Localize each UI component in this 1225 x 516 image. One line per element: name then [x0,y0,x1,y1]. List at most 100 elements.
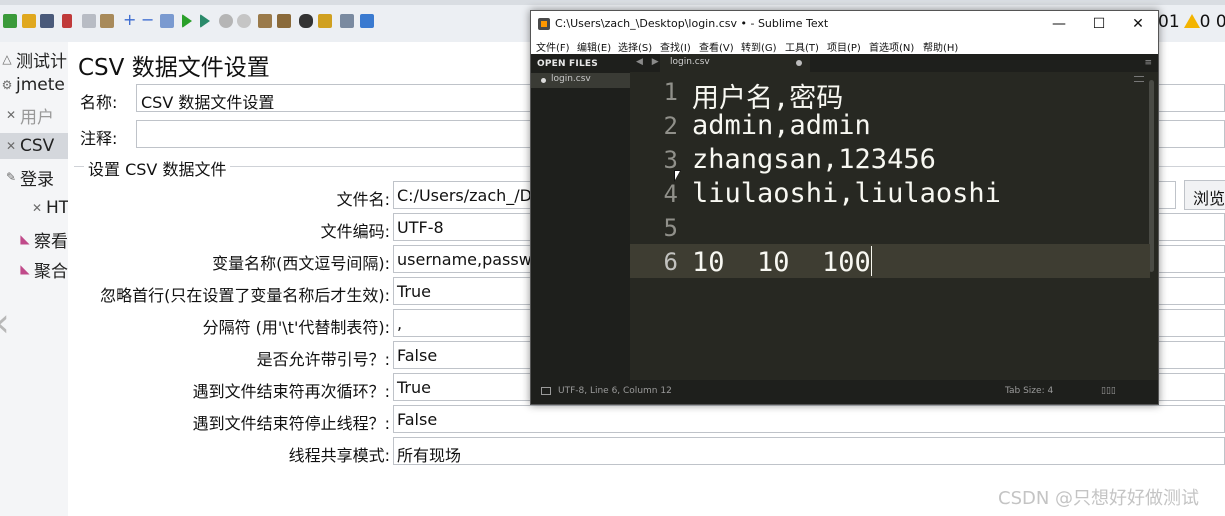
chart-icon: ◣ [20,232,30,246]
syntax-indicator-icon[interactable]: ▯▯▯ [1101,386,1116,396]
menu-help[interactable]: 帮助(H) [923,39,958,54]
tab-dirty-dot-icon[interactable] [796,60,802,66]
tab-scroll-arrows-icon[interactable]: ◀ ▶ [636,57,662,67]
encoding-label: 文件编码: [320,222,390,241]
sharing-mode-select[interactable]: 所有现场 [393,437,1225,465]
unsaved-dot-icon [541,78,546,83]
menu-selection[interactable]: 选择(S) [618,39,652,54]
pencil-icon: ✎ [5,170,17,184]
reset-search-icon[interactable] [318,14,332,28]
test-plan-icon: △ [2,52,12,66]
tree-item-csv-config[interactable]: ✕ CSV [0,133,68,159]
tree-item-aggregate-report[interactable]: ◣ 聚合 [18,256,68,282]
variable-names-value: username,passwo [397,250,542,269]
tree-item-login[interactable]: ✎ 登录 [4,164,54,190]
watermark: CSDN @只想好好做测试 [998,488,1200,509]
stop-thread-on-eof-select[interactable]: False [393,405,1225,433]
stop-thread-on-eof-label: 遇到文件结束符停止线程？: [192,414,390,433]
recycle-on-eof-value: True [397,378,431,397]
allow-quoted-value: False [397,346,438,365]
status-count: 01 [1158,12,1180,32]
wrench-icon: ✕ [5,139,17,153]
code-line: 4 liulaoshi,liulaoshi [630,176,1150,210]
collapse-arrow-icon[interactable]: ‹ [0,300,10,346]
expand-icon[interactable]: + [123,10,137,29]
line-number: 1 [663,78,678,106]
save-icon[interactable] [40,14,54,28]
menu-tools[interactable]: 工具(T) [785,39,819,54]
menu-edit[interactable]: 编辑(E) [577,39,611,54]
toggle-icon[interactable] [160,14,174,28]
tree-item-label: 测试计 [16,51,67,72]
menu-preferences[interactable]: 首选项(N) [869,39,914,54]
tree-item-thread-group[interactable]: ⚙ jmete [0,72,65,98]
sidebar-file-item[interactable]: login.csv [531,73,630,88]
sublime-text-window: C:\Users\zach_\Desktop\login.csv • - Sub… [530,10,1159,405]
tree-item-label: 聚合 [34,261,68,282]
start-icon[interactable] [182,14,192,28]
panel-toggle-icon[interactable] [541,387,551,395]
ignore-first-line-label: 忽略首行(只在设置了变量名称后才生效): [100,286,390,305]
search-icon[interactable] [299,14,313,28]
tree-item-label: jmete [16,75,65,95]
line-text: zhangsan,123456 [692,144,936,175]
line-text-with-caret: 10 10 100 [692,246,872,278]
text-caret [870,246,872,276]
tree-item-label: HT [46,198,70,218]
tree-item-label: CSV [20,136,55,156]
tree-item-label: 用户 [20,107,54,128]
close-button[interactable]: ✕ [1128,14,1148,34]
minimize-button[interactable]: — [1049,14,1069,34]
maximize-button[interactable]: ☐ [1089,14,1109,34]
status-indicator: 01 0 0, [1158,12,1225,32]
window-titlebar[interactable]: C:\Users\zach_\Desktop\login.csv • - Sub… [531,11,1158,37]
browse-button[interactable]: 浏览 [1184,180,1225,210]
gutter: 1 [630,74,688,108]
tree-item-label: 察看 [34,231,68,252]
menu-file[interactable]: 文件(F) [536,39,570,54]
delimiter-label: 分隔符 (用'\t'代替制表符): [202,318,390,337]
clear-all-icon[interactable] [277,14,291,28]
gutter: 6 [630,244,688,278]
stop-icon[interactable] [219,14,233,28]
tree-item-http-request[interactable]: ✕ HT [30,195,69,221]
copy-icon[interactable] [82,14,96,28]
clear-icon[interactable] [258,14,272,28]
line-number: 6 [663,248,678,276]
paste-icon[interactable] [100,14,114,28]
code-line: 3 zhangsan,123456 [630,142,1150,176]
help-icon[interactable] [360,14,374,28]
wrench-icon: ✕ [5,108,17,122]
start-no-pause-icon[interactable] [200,14,210,28]
title-strip [0,0,1225,5]
editor-area[interactable]: 1 用户名,密码 2 admin,admin 3 zhangsan,123456… [630,72,1158,380]
menu-view[interactable]: 查看(V) [699,39,734,54]
sidebar: OPEN FILES login.csv [531,54,630,380]
line-number: 2 [663,112,678,140]
cursor-position: UTF-8, Line 6, Column 12 [558,386,672,396]
collapse-icon[interactable]: − [141,10,155,29]
name-label: 名称: [80,93,118,112]
tab-size-indicator[interactable]: Tab Size: 4 [1005,386,1053,396]
filename-value: C:/Users/zach_/De [397,186,542,205]
comment-label: 注释: [80,129,118,148]
new-icon[interactable] [3,14,17,28]
window-title: C:\Users\zach_\Desktop\login.csv • - Sub… [555,17,829,30]
menu-project[interactable]: 项目(P) [827,39,861,54]
tree-item-test-plan[interactable]: △ 测试计 [0,46,67,72]
tree-item-user-variables[interactable]: ✕ 用户 [4,102,54,128]
menu-goto[interactable]: 转到(G) [741,39,777,54]
name-value: CSV 数据文件设置 [141,93,275,112]
tab-menu-icon[interactable]: ≡ [1144,58,1152,68]
function-helper-icon[interactable] [340,14,354,28]
line-number: 5 [663,214,678,242]
template-icon[interactable] [22,14,36,28]
cut-icon[interactable] [62,14,72,28]
mouse-pointer-icon [674,170,681,182]
menu-find[interactable]: 查找(I) [660,39,691,54]
line-text: admin,admin [692,110,871,141]
shutdown-icon[interactable] [237,14,251,28]
tab-login-csv[interactable]: login.csv [660,54,810,72]
tree-item-results-tree[interactable]: ◣ 察看 [18,226,68,252]
open-files-header: OPEN FILES [537,59,598,69]
